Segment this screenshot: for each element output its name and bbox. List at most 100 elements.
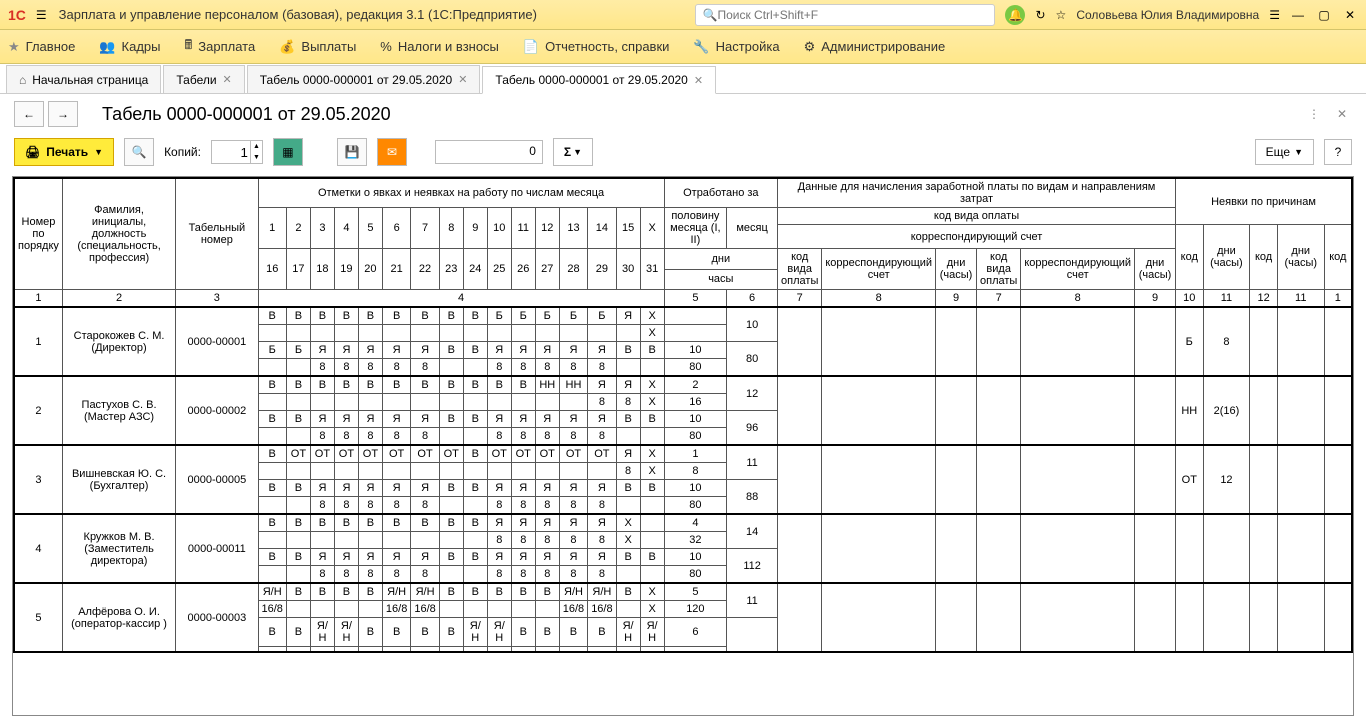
- more-icon[interactable]: ⋮: [1304, 104, 1324, 124]
- search-input[interactable]: [717, 8, 988, 22]
- tab-doc2-label: Табель 0000-000001 от 29.05.2020: [495, 73, 687, 87]
- day-cell: [286, 647, 310, 653]
- day-cell: Я: [511, 549, 535, 566]
- day-cell: [310, 394, 334, 411]
- history-icon[interactable]: ↻: [1035, 8, 1045, 22]
- print-button[interactable]: 🖨 Печать ▼: [14, 138, 114, 166]
- cell-tab: 0000-00002: [176, 376, 258, 445]
- day-cell: [286, 566, 310, 584]
- day-cell: [310, 463, 334, 480]
- filter-icon[interactable]: ☰: [1269, 8, 1280, 22]
- spin-up[interactable]: ▲: [250, 141, 262, 152]
- day-cell: Б: [588, 307, 616, 325]
- day-cell: [463, 394, 487, 411]
- menu-nastr[interactable]: 🔧Настройка: [693, 39, 779, 55]
- preview-button[interactable]: 🔍: [124, 138, 154, 166]
- table-container[interactable]: Номер по порядку Фамилия, инициалы, долж…: [12, 176, 1354, 716]
- day-cell: ОТ: [411, 445, 439, 463]
- wrench-icon: 🔧: [693, 39, 709, 55]
- day-cell: [640, 428, 664, 446]
- day-cell: В: [439, 549, 463, 566]
- menu-kadry[interactable]: 👥Кадры: [99, 39, 160, 55]
- cell-num: 1: [14, 307, 62, 376]
- day-cell: В: [463, 480, 487, 497]
- help-button[interactable]: ?: [1324, 139, 1352, 165]
- maximize-icon[interactable]: ▢: [1316, 7, 1332, 23]
- day-cell: 8: [511, 532, 535, 549]
- page-title: Табель 0000-000001 от 29.05.2020: [102, 104, 1304, 125]
- close-icon[interactable]: ✕: [1332, 104, 1352, 124]
- day-cell: [616, 601, 640, 618]
- more-button[interactable]: Еще▼: [1255, 139, 1314, 165]
- hdr-pay: Данные для начисления заработной платы п…: [778, 178, 1176, 208]
- day-cell: [358, 647, 382, 653]
- day-cell: Х: [640, 601, 664, 618]
- day-cell: [358, 325, 382, 342]
- half-cell: 16: [664, 394, 727, 411]
- menu-nalogi[interactable]: %Налоги и взносы: [380, 39, 499, 54]
- tab-doc2[interactable]: Табель 0000-000001 от 29.05.2020 ✕: [482, 66, 716, 94]
- day-cell: [286, 428, 310, 446]
- nav-back-button[interactable]: ←: [14, 101, 44, 127]
- mail-button[interactable]: ✉: [377, 138, 407, 166]
- tab-tabeli[interactable]: Табели✕: [163, 65, 244, 93]
- menu-otchet[interactable]: 📄Отчетность, справки: [523, 39, 670, 55]
- day-cell: 8: [535, 497, 559, 515]
- day-cell: В: [616, 411, 640, 428]
- tab-start[interactable]: ⌂Начальная страница: [6, 65, 161, 93]
- day-cell: ОТ: [310, 445, 334, 463]
- nav-forward-button[interactable]: →: [48, 101, 78, 127]
- day-cell: [616, 497, 640, 515]
- day-cell: Я: [588, 549, 616, 566]
- half-cell: 80: [664, 359, 727, 377]
- hamburger-icon[interactable]: ☰: [36, 8, 47, 22]
- hdr-month: месяц: [727, 208, 778, 249]
- day-cell: [286, 497, 310, 515]
- save-button[interactable]: 💾: [337, 138, 367, 166]
- day-cell: [640, 532, 664, 549]
- close-icon[interactable]: ✕: [694, 74, 703, 87]
- minimize-icon[interactable]: —: [1290, 7, 1306, 23]
- day-cell: В: [439, 376, 463, 394]
- hdr-absence: Неявки по причинам: [1176, 178, 1353, 225]
- day-cell: Я/Н: [463, 618, 487, 647]
- title-bar: 1C ☰ Зарплата и управление персоналом (б…: [0, 0, 1366, 30]
- tab-doc1[interactable]: Табель 0000-000001 от 29.05.2020✕: [247, 65, 481, 93]
- day-cell: Я: [310, 480, 334, 497]
- abs-code: ОТ: [1176, 445, 1204, 514]
- day-cell: В: [463, 376, 487, 394]
- menu-home[interactable]: ★Главное: [8, 39, 75, 55]
- menu-vyplaty[interactable]: 💰Выплаты: [279, 39, 356, 55]
- sum-button[interactable]: Σ▼: [553, 138, 593, 166]
- day-cell: 8: [511, 428, 535, 446]
- day-cell: Я: [559, 480, 587, 497]
- bell-icon[interactable]: 🔔: [1005, 5, 1025, 25]
- day-cell: В: [463, 549, 487, 566]
- star-icon[interactable]: ☆: [1056, 8, 1067, 22]
- day-cell: ОТ: [588, 445, 616, 463]
- timesheet-table: Номер по порядку Фамилия, инициалы, долж…: [13, 177, 1353, 653]
- close-icon[interactable]: ✕: [223, 73, 232, 86]
- day-cell: [559, 463, 587, 480]
- spin-down[interactable]: ▼: [250, 152, 262, 163]
- search-box[interactable]: 🔍: [695, 4, 995, 26]
- table-row: 2 Пастухов С. В. (Мастер АЗС) 0000-00002…: [14, 376, 1352, 394]
- menu-zarplata[interactable]: 🖩Зарплата: [184, 36, 255, 58]
- day-cell: В: [511, 618, 535, 647]
- mon-cell: 80: [727, 342, 778, 377]
- day-cell: В: [382, 514, 410, 532]
- menu-admin[interactable]: ⚙Администрирование: [804, 39, 946, 55]
- close-icon[interactable]: ✕: [458, 73, 467, 86]
- day-cell: ОТ: [286, 445, 310, 463]
- app-title: Зарплата и управление персоналом (базова…: [59, 7, 696, 22]
- day-cell: [487, 325, 511, 342]
- grid-button[interactable]: ▦: [273, 138, 303, 166]
- day-cell: Х: [640, 583, 664, 601]
- day-cell: [439, 601, 463, 618]
- day-cell: [382, 394, 410, 411]
- day-cell: ОТ: [511, 445, 535, 463]
- zero-field[interactable]: 0: [435, 140, 543, 164]
- day-cell: [382, 532, 410, 549]
- close-icon[interactable]: ✕: [1342, 7, 1358, 23]
- day-cell: Я: [358, 480, 382, 497]
